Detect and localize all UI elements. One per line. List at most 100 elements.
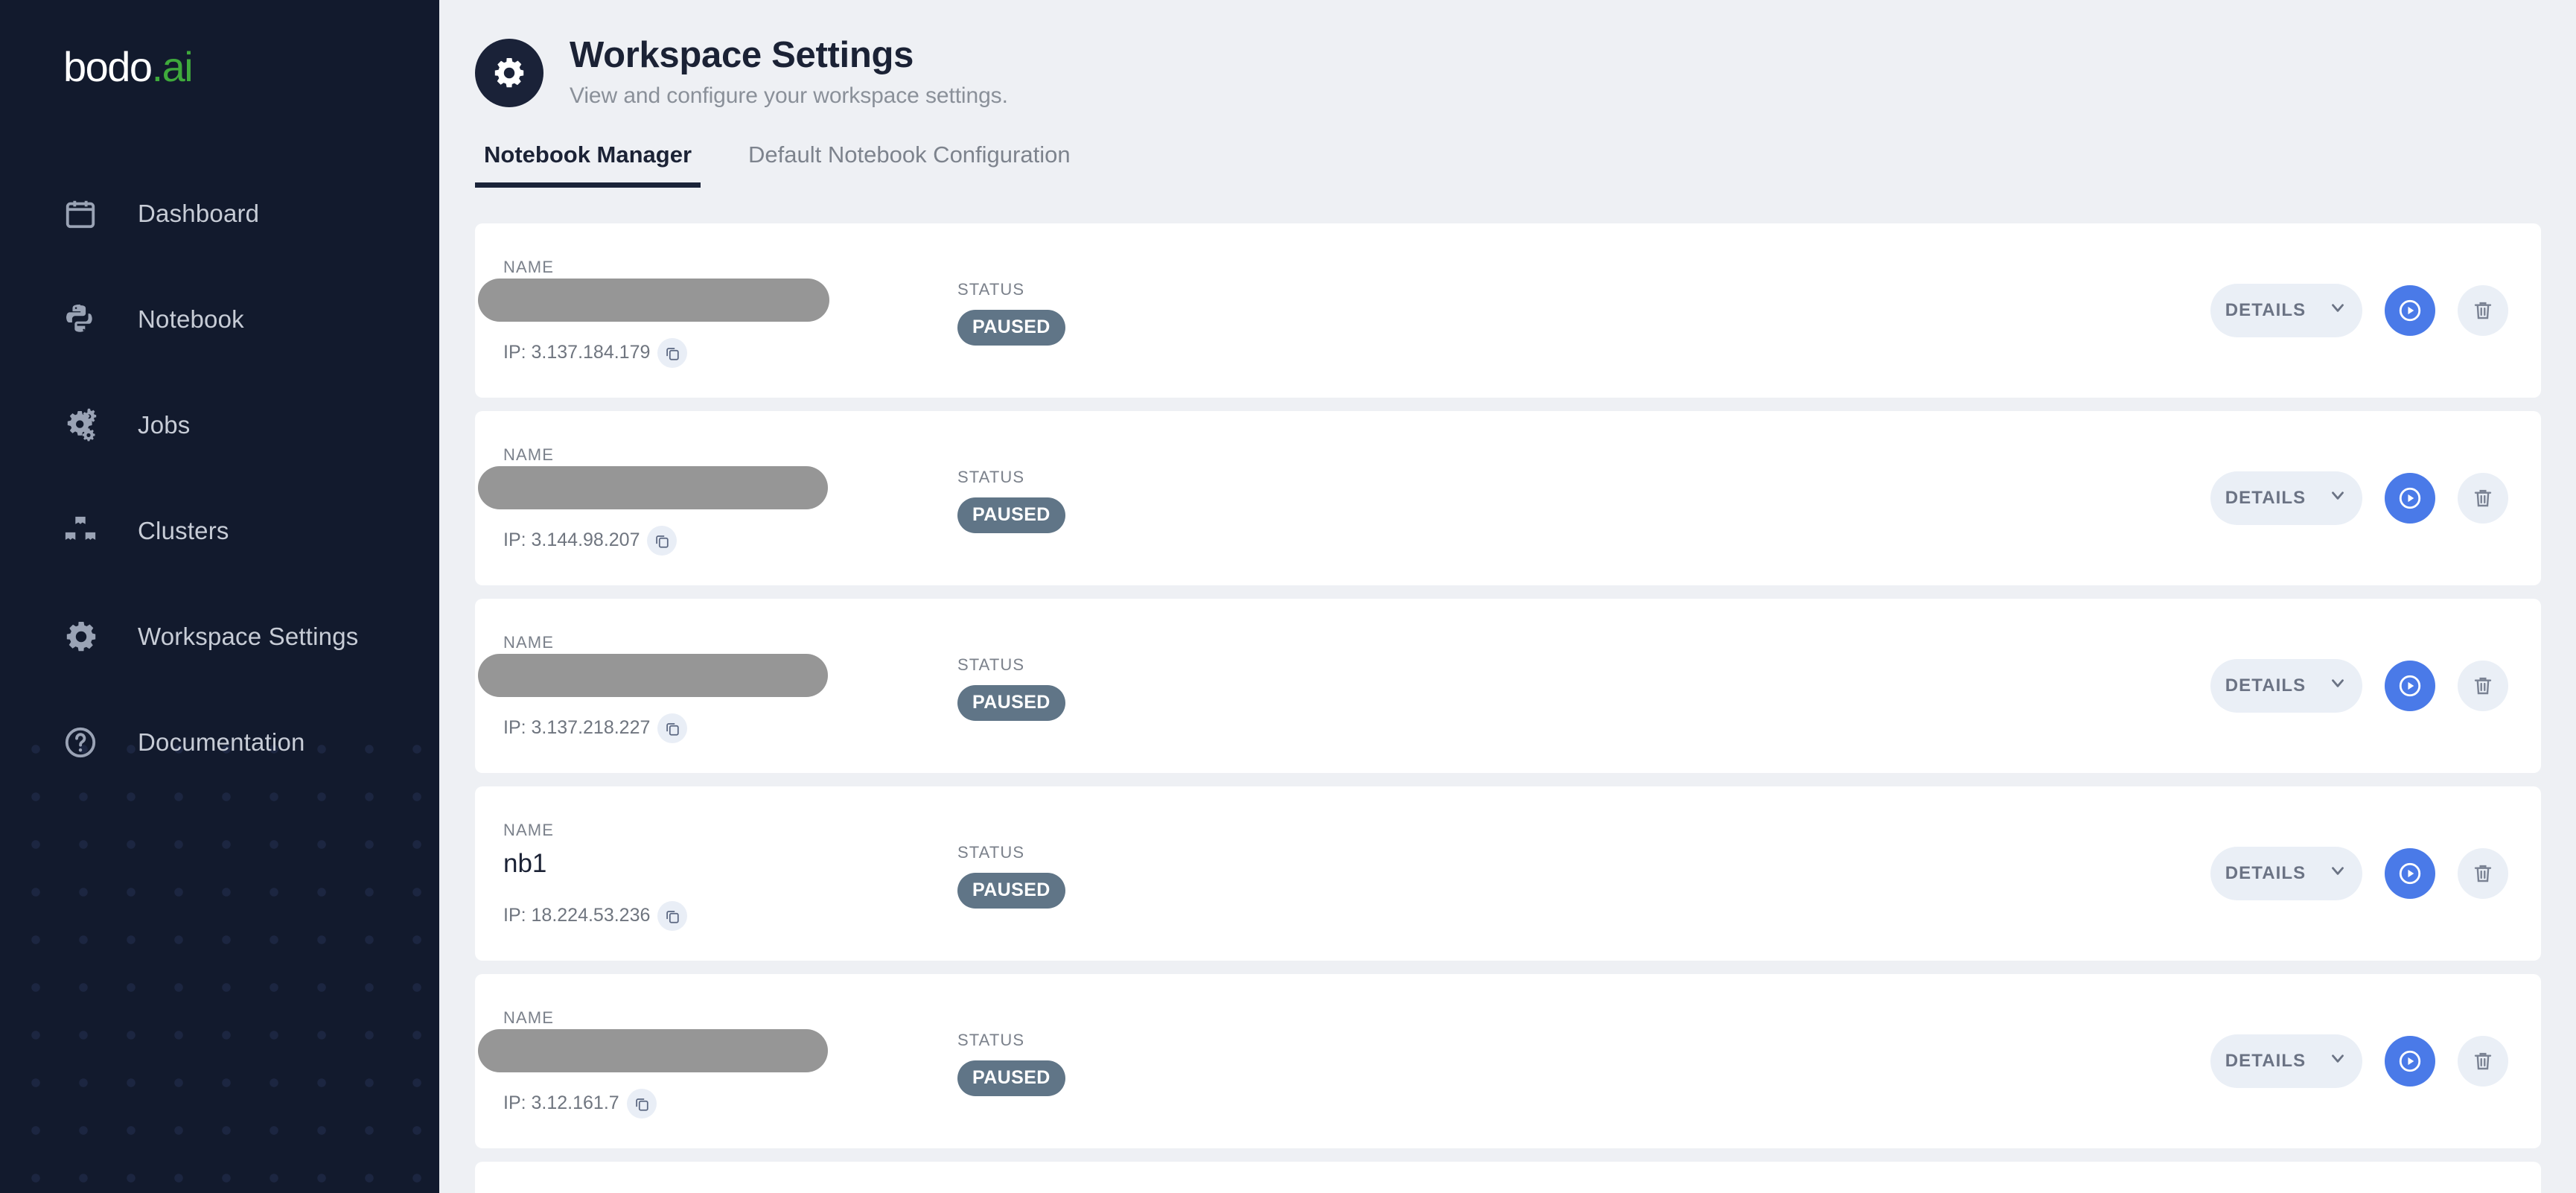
notebook-ip: IP: 3.12.161.7 <box>503 1092 619 1114</box>
boxes-icon <box>63 514 106 548</box>
table-row: NAME note... IP: 3.12.161.7 <box>475 973 2541 1148</box>
status-column-label: STATUS <box>957 1030 1025 1049</box>
chevron-down-icon <box>2328 861 2347 885</box>
notebook-ip: IP: 3.137.218.227 <box>503 717 651 739</box>
trash-icon <box>2471 1049 2495 1073</box>
play-circle-icon <box>2397 672 2423 699</box>
details-button-label: DETAILS <box>2225 1050 2306 1071</box>
trash-icon <box>2471 862 2495 885</box>
table-row <box>475 1161 2541 1193</box>
copy-icon[interactable] <box>647 525 678 556</box>
page-title: Workspace Settings <box>570 35 914 75</box>
main-content: Workspace Settings View and configure yo… <box>439 0 2576 1193</box>
sidebar-item-jobs[interactable]: Jobs <box>0 372 439 478</box>
start-notebook-button[interactable] <box>2385 284 2435 336</box>
notebook-ip: IP: 3.137.184.179 <box>503 342 651 363</box>
tab-bar: Notebook Manager Default Notebook Config… <box>475 141 2576 188</box>
details-button[interactable]: DETAILS <box>2210 471 2362 525</box>
table-row: NAME hot... IP: 3.144.98.207 <box>475 410 2541 585</box>
sidebar-item-label: Dashboard <box>138 200 260 227</box>
brand-logo[interactable]: bodo.ai <box>0 0 439 141</box>
redaction-bar <box>478 278 829 322</box>
row-actions: DETAILS <box>2210 846 2508 900</box>
sidebar-item-notebook[interactable]: Notebook <box>0 267 439 372</box>
name-column-label: NAME <box>503 820 554 839</box>
details-button[interactable]: DETAILS <box>2210 1034 2362 1088</box>
status-badge: PAUSED <box>957 684 1065 721</box>
copy-icon[interactable] <box>626 1088 657 1119</box>
status-cell: STATUS PAUSED <box>957 463 1345 533</box>
details-button-label: DETAILS <box>2225 487 2306 508</box>
copy-icon[interactable] <box>657 713 688 743</box>
name-column-label: NAME <box>503 1008 554 1027</box>
start-notebook-button[interactable] <box>2385 660 2435 711</box>
notebook-list: NAME not... IP: 3.137.184.179 <box>475 223 2541 1193</box>
play-circle-icon <box>2397 485 2423 512</box>
notebook-ip: IP: 3.144.98.207 <box>503 529 640 551</box>
sidebar-item-label: Workspace Settings <box>138 623 359 650</box>
page-subtitle: View and configure your workspace settin… <box>570 83 1008 108</box>
sidebar-item-label: Clusters <box>138 517 229 544</box>
table-row: NAME hot... IP: 3.137.218.227 <box>475 598 2541 773</box>
tab-notebook-manager[interactable]: Notebook Manager <box>475 141 701 188</box>
table-row: NAME nb1 IP: 18.224.53.236 STATUS PAUSED… <box>475 786 2541 961</box>
name-cell: NAME not... IP: 3.137.184.179 <box>478 253 957 368</box>
tab-default-notebook-configuration[interactable]: Default Notebook Configuration <box>739 141 1080 188</box>
sidebar-nav: Dashboard Notebook Jobs Clusters Workspa… <box>0 161 439 795</box>
name-column-label: NAME <box>503 445 554 464</box>
row-actions: DETAILS <box>2210 658 2508 713</box>
sidebar-item-clusters[interactable]: Clusters <box>0 478 439 584</box>
start-notebook-button[interactable] <box>2385 847 2435 899</box>
details-button[interactable]: DETAILS <box>2210 846 2362 900</box>
row-actions: DETAILS <box>2210 471 2508 525</box>
start-notebook-button[interactable] <box>2385 1035 2435 1087</box>
table-row: NAME not... IP: 3.137.184.179 <box>475 223 2541 398</box>
status-column-label: STATUS <box>957 279 1025 299</box>
delete-notebook-button[interactable] <box>2458 284 2508 336</box>
name-cell: NAME hot... IP: 3.137.218.227 <box>478 629 957 743</box>
name-column-label: NAME <box>503 257 554 276</box>
copy-icon[interactable] <box>657 900 688 931</box>
status-badge: PAUSED <box>957 309 1065 346</box>
status-badge: PAUSED <box>957 497 1065 533</box>
delete-notebook-button[interactable] <box>2458 660 2508 711</box>
status-column-label: STATUS <box>957 655 1025 674</box>
calendar-icon <box>63 197 106 231</box>
redaction-bar <box>478 465 828 509</box>
row-actions: DETAILS <box>2210 283 2508 337</box>
chevron-down-icon <box>2328 1049 2347 1073</box>
status-column-label: STATUS <box>957 842 1025 862</box>
chevron-down-icon <box>2328 298 2347 322</box>
row-actions: DETAILS <box>2210 1034 2508 1088</box>
copy-icon[interactable] <box>657 337 688 368</box>
status-badge: PAUSED <box>957 872 1065 909</box>
delete-notebook-button[interactable] <box>2458 847 2508 899</box>
redaction-bar <box>478 1028 828 1072</box>
sidebar-item-dashboard[interactable]: Dashboard <box>0 161 439 267</box>
name-cell: NAME hot... IP: 3.144.98.207 <box>478 441 957 556</box>
status-cell: STATUS PAUSED <box>957 651 1345 721</box>
play-circle-icon <box>2397 297 2423 324</box>
start-notebook-button[interactable] <box>2385 472 2435 524</box>
details-button[interactable]: DETAILS <box>2210 283 2362 337</box>
details-button[interactable]: DETAILS <box>2210 658 2362 713</box>
chevron-down-icon <box>2328 673 2347 698</box>
trash-icon <box>2471 674 2495 698</box>
sidebar-item-label: Documentation <box>138 728 305 756</box>
delete-notebook-button[interactable] <box>2458 472 2508 524</box>
details-button-label: DETAILS <box>2225 299 2306 320</box>
delete-notebook-button[interactable] <box>2458 1035 2508 1087</box>
notebook-name: nb1 <box>503 848 547 878</box>
sidebar-item-workspace-settings[interactable]: Workspace Settings <box>0 584 439 690</box>
logo-accent-text: .ai <box>151 43 194 90</box>
name-cell: NAME note... IP: 3.12.161.7 <box>478 1004 957 1119</box>
gear-icon <box>475 39 543 107</box>
name-cell: NAME nb1 IP: 18.224.53.236 <box>503 816 957 931</box>
status-cell: STATUS PAUSED <box>957 839 1345 909</box>
app-root: bodo.ai Dashboard Notebook Jobs Clusters… <box>0 0 2576 1193</box>
status-badge: PAUSED <box>957 1060 1065 1096</box>
notebook-ip: IP: 18.224.53.236 <box>503 905 651 926</box>
sidebar-item-label: Notebook <box>138 305 244 333</box>
page-header: Workspace Settings View and configure yo… <box>439 0 2576 109</box>
sidebar-item-documentation[interactable]: Documentation <box>0 690 439 795</box>
